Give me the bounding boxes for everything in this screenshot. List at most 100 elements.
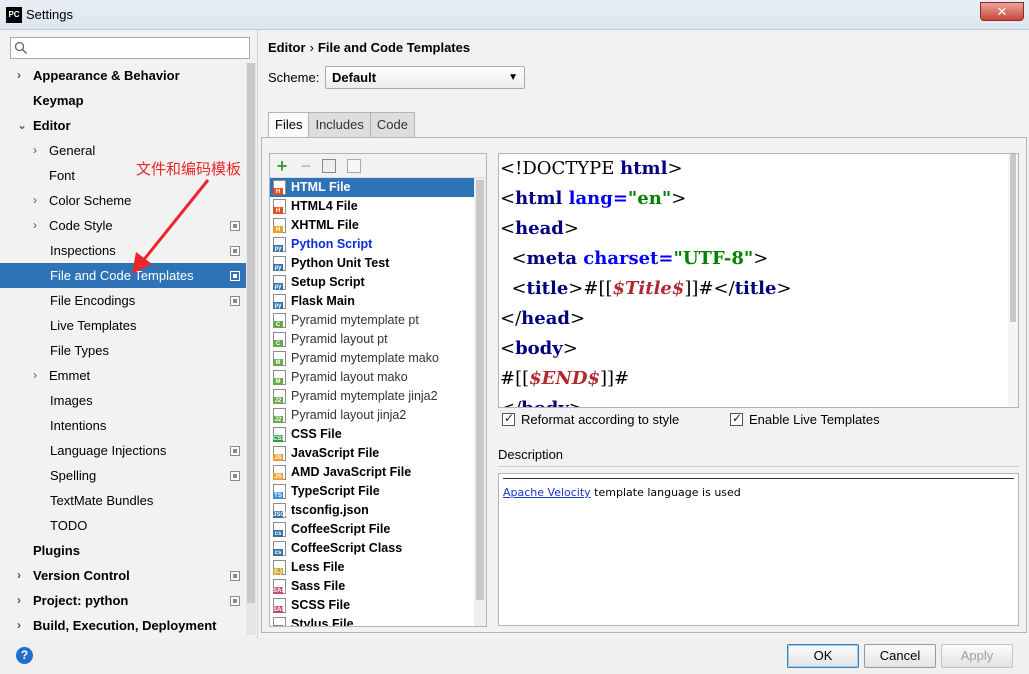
sidebar-item[interactable]: File Types bbox=[0, 338, 246, 363]
sidebar-item[interactable]: › Version Control bbox=[0, 563, 246, 588]
sidebar-item[interactable]: Images bbox=[0, 388, 246, 413]
code-token: html bbox=[620, 158, 668, 179]
file-type-badge: JSON bbox=[273, 511, 290, 518]
file-type-badge: py bbox=[273, 264, 283, 271]
code-token: > bbox=[667, 158, 683, 179]
template-list-item[interactable]: TS TypeScript File bbox=[270, 482, 475, 501]
scrollbar-thumb[interactable] bbox=[476, 180, 484, 600]
file-type-badge: H bbox=[273, 226, 283, 233]
sidebar-item-label: File Encodings bbox=[50, 293, 136, 308]
template-editor[interactable]: <!DOCTYPE html> <html lang="en"> <head> <m… bbox=[498, 153, 1019, 408]
remove-template-button[interactable]: − bbox=[297, 157, 315, 175]
reformat-label: Reformat according to style bbox=[521, 412, 680, 427]
code-line: #[[$END$]]# bbox=[499, 364, 1018, 394]
file-type-badge: cs bbox=[273, 530, 283, 537]
project-settings-icon bbox=[230, 246, 240, 256]
code-token: > bbox=[671, 188, 687, 209]
template-list-item[interactable]: SASS Sass File bbox=[270, 577, 475, 596]
template-list-item[interactable]: H HTML File bbox=[270, 178, 475, 197]
reset-template-icon[interactable] bbox=[347, 159, 361, 173]
scheme-dropdown[interactable]: Default ▼ bbox=[325, 66, 525, 89]
template-list-item[interactable]: {L} Less File bbox=[270, 558, 475, 577]
template-list-item[interactable]: H XHTML File bbox=[270, 216, 475, 235]
live-templates-checkbox[interactable]: Enable Live Templates bbox=[730, 411, 880, 427]
editor-scrollbar[interactable] bbox=[1008, 154, 1018, 407]
template-list-item[interactable]: py Python Unit Test bbox=[270, 254, 475, 273]
chevron-right-icon[interactable]: › bbox=[33, 188, 43, 213]
sidebar-scrollbar[interactable] bbox=[246, 63, 256, 635]
help-icon[interactable]: ? bbox=[16, 647, 33, 664]
file-type-icon: C bbox=[273, 332, 286, 347]
template-list-item[interactable]: JS JavaScript File bbox=[270, 444, 475, 463]
code-token: $Title$ bbox=[612, 278, 685, 299]
template-list-item[interactable]: py Setup Script bbox=[270, 273, 475, 292]
sidebar-item[interactable]: › Emmet bbox=[0, 363, 246, 388]
ok-button[interactable]: OK bbox=[787, 644, 859, 668]
chevron-right-icon[interactable]: › bbox=[33, 213, 43, 238]
sidebar-item[interactable]: Language Injections bbox=[0, 438, 246, 463]
sidebar-item[interactable]: TextMate Bundles bbox=[0, 488, 246, 513]
template-list-item[interactable]: M Pyramid layout mako bbox=[270, 368, 475, 387]
code-token: >#[[ bbox=[568, 278, 613, 299]
sidebar-item[interactable]: Keymap bbox=[0, 88, 246, 113]
scrollbar-thumb[interactable] bbox=[1010, 154, 1016, 322]
sidebar-item-label: Project: python bbox=[33, 593, 129, 608]
tab-files[interactable]: Files bbox=[268, 112, 310, 138]
template-list-item[interactable]: JSON tsconfig.json bbox=[270, 501, 475, 520]
sidebar-item[interactable]: Plugins bbox=[0, 538, 246, 563]
sidebar-item[interactable]: TODO bbox=[0, 513, 246, 538]
template-label: Python Unit Test bbox=[291, 256, 390, 270]
copy-template-icon[interactable] bbox=[322, 159, 336, 173]
scrollbar-thumb[interactable] bbox=[247, 63, 255, 603]
code-line: <meta charset="UTF-8"> bbox=[499, 244, 1018, 274]
chevron-right-icon[interactable]: › bbox=[17, 588, 27, 613]
project-settings-icon bbox=[230, 221, 240, 231]
template-list-item[interactable]: SASS SCSS File bbox=[270, 596, 475, 615]
template-label: CoffeeScript Class bbox=[291, 541, 403, 555]
chevron-right-icon[interactable]: › bbox=[17, 613, 27, 638]
template-label: JavaScript File bbox=[291, 446, 380, 460]
template-list-item[interactable]: J2 Pyramid layout jinja2 bbox=[270, 406, 475, 425]
checkbox-checked-icon[interactable] bbox=[502, 411, 515, 426]
template-label: Pyramid layout mako bbox=[291, 370, 408, 384]
chevron-right-icon[interactable]: › bbox=[17, 563, 27, 588]
checkbox-checked-icon[interactable] bbox=[730, 411, 743, 426]
template-list-item[interactable]: C Pyramid mytemplate pt bbox=[270, 311, 475, 330]
file-type-icon: C bbox=[273, 313, 286, 328]
template-list-item[interactable]: py Python Script bbox=[270, 235, 475, 254]
chevron-right-icon[interactable]: › bbox=[33, 138, 43, 163]
template-list-item[interactable]: C Pyramid layout pt bbox=[270, 330, 475, 349]
template-list-item[interactable]: CSS CSS File bbox=[270, 425, 475, 444]
template-list-item[interactable]: cs CoffeeScript File bbox=[270, 520, 475, 539]
template-list-item[interactable]: H HTML4 File bbox=[270, 197, 475, 216]
sidebar-item[interactable]: › Project: python bbox=[0, 588, 246, 613]
sidebar-item[interactable]: Intentions bbox=[0, 413, 246, 438]
template-list-scrollbar[interactable] bbox=[474, 178, 486, 626]
files-tab-panel: + − H HTML File H HTML4 File H XHTML File py Py… bbox=[261, 137, 1027, 633]
project-settings-icon bbox=[230, 446, 240, 456]
template-list-item[interactable]: M Pyramid mytemplate mako bbox=[270, 349, 475, 368]
sidebar-item[interactable]: › Build, Execution, Deployment bbox=[0, 613, 246, 638]
template-list-item[interactable]: J2 Pyramid mytemplate jinja2 bbox=[270, 387, 475, 406]
chevron-right-icon[interactable]: › bbox=[33, 363, 43, 388]
sidebar-item[interactable]: ⌄ Editor bbox=[0, 113, 246, 138]
sidebar-item[interactable]: File Encodings bbox=[0, 288, 246, 313]
apply-button[interactable]: Apply bbox=[941, 644, 1013, 668]
cancel-button[interactable]: Cancel bbox=[864, 644, 936, 668]
template-list-item[interactable]: S Stylus File bbox=[270, 615, 475, 626]
tab-code[interactable]: Code bbox=[369, 112, 415, 137]
sidebar-item[interactable]: Live Templates bbox=[0, 313, 246, 338]
sidebar-item[interactable]: › Appearance & Behavior bbox=[0, 63, 246, 88]
template-list-item[interactable]: py Flask Main bbox=[270, 292, 475, 311]
search-input[interactable] bbox=[10, 37, 250, 59]
chevron-right-icon[interactable]: › bbox=[17, 63, 27, 88]
close-button[interactable]: ✕ bbox=[980, 2, 1024, 21]
sidebar-item[interactable]: Spelling bbox=[0, 463, 246, 488]
tab-includes[interactable]: Includes bbox=[308, 112, 371, 137]
reformat-checkbox[interactable]: Reformat according to style bbox=[502, 411, 680, 427]
chevron-down-icon[interactable]: ⌄ bbox=[17, 113, 27, 138]
template-list-item[interactable]: cs CoffeeScript Class bbox=[270, 539, 475, 558]
template-list-item[interactable]: JS AMD JavaScript File bbox=[270, 463, 475, 482]
add-template-button[interactable]: + bbox=[273, 157, 291, 175]
apache-velocity-link[interactable]: Apache Velocity bbox=[503, 486, 591, 499]
